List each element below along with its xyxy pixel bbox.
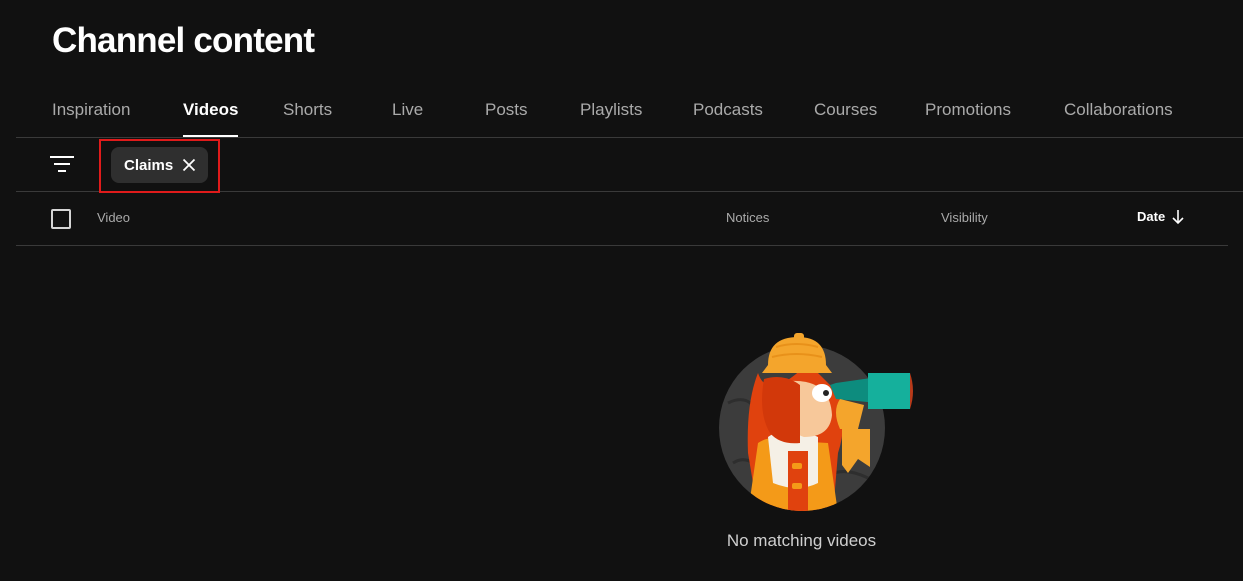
filter-bar: Claims [16, 138, 1243, 193]
tab-inspiration[interactable]: Inspiration [52, 84, 130, 137]
filter-chip-claims[interactable]: Claims [111, 147, 208, 183]
empty-state-message: No matching videos [726, 531, 877, 550]
tab-courses[interactable]: Courses [814, 84, 877, 137]
close-icon[interactable] [182, 158, 196, 172]
column-header-visibility: Visibility [941, 210, 988, 225]
tab-posts[interactable]: Posts [485, 84, 528, 137]
tab-promotions[interactable]: Promotions [925, 84, 1011, 137]
column-header-video: Video [97, 210, 131, 225]
tab-podcasts[interactable]: Podcasts [693, 84, 763, 137]
tab-live[interactable]: Live [392, 84, 423, 137]
table-header: Video Notices Visibility Date [16, 192, 1228, 246]
tab-bar: Inspiration Videos Shorts Live Posts Pla… [16, 84, 1243, 138]
tab-collaborations[interactable]: Collaborations [1064, 84, 1173, 137]
column-header-notices: Notices [726, 210, 770, 225]
filter-icon[interactable] [50, 154, 74, 174]
page-title: Channel content [52, 21, 315, 60]
column-header-date[interactable]: Date [1137, 209, 1185, 225]
tab-videos[interactable]: Videos [183, 84, 239, 137]
explorer-with-telescope-illustration [719, 333, 913, 511]
arrow-down-icon [1172, 210, 1184, 225]
column-header-date-label: Date [1137, 209, 1166, 224]
tab-playlists[interactable]: Playlists [580, 84, 642, 137]
select-all-checkbox[interactable] [51, 209, 71, 229]
tab-shorts[interactable]: Shorts [283, 84, 332, 137]
filter-chip-label: Claims [124, 156, 174, 174]
